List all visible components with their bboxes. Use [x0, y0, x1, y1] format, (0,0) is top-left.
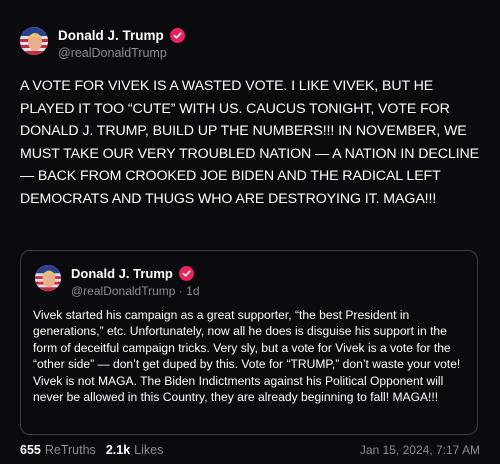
author-name[interactable]: Donald J. Trump — [58, 27, 164, 44]
post-text: A VOTE FOR VIVEK IS A WASTED VOTE. I LIK… — [20, 78, 480, 207]
likes-count: 2.1k — [105, 443, 131, 457]
retruths-label: ReTruths — [44, 443, 96, 457]
quoted-post-age: 1d — [186, 284, 200, 298]
author-handle[interactable]: @realDonaldTrump — [58, 45, 185, 62]
quoted-avatar[interactable] — [35, 265, 61, 291]
quoted-post-text: Vivek started his campaign as a great su… — [33, 308, 461, 405]
quoted-post[interactable]: Donald J. Trump @realDonaldTrump · 1d Vi… — [20, 250, 478, 435]
verified-badge-icon — [169, 28, 185, 43]
quoted-avatar-image — [35, 265, 61, 291]
likes-label: Likes — [134, 443, 164, 457]
post-timestamp[interactable]: Jan 15, 2024, 7:17 AM — [360, 443, 480, 457]
quoted-author-handle[interactable]: @realDonaldTrump — [71, 284, 175, 298]
retruths-stat[interactable]: 655 ReTruths — [20, 443, 96, 457]
retruths-count: 655 — [20, 443, 41, 457]
verified-badge-icon — [178, 266, 194, 281]
quoted-post-header: Donald J. Trump @realDonaldTrump · 1d — [35, 265, 200, 299]
quoted-author-name[interactable]: Donald J. Trump — [71, 265, 173, 282]
post-footer: 655 ReTruths 2.1k Likes Jan 15, 2024, 7:… — [20, 443, 480, 457]
likes-stat[interactable]: 2.1k Likes — [106, 443, 164, 457]
avatar-image — [20, 27, 48, 55]
post-header: Donald J. Trump @realDonaldTrump — [20, 27, 185, 62]
avatar[interactable] — [20, 27, 48, 55]
